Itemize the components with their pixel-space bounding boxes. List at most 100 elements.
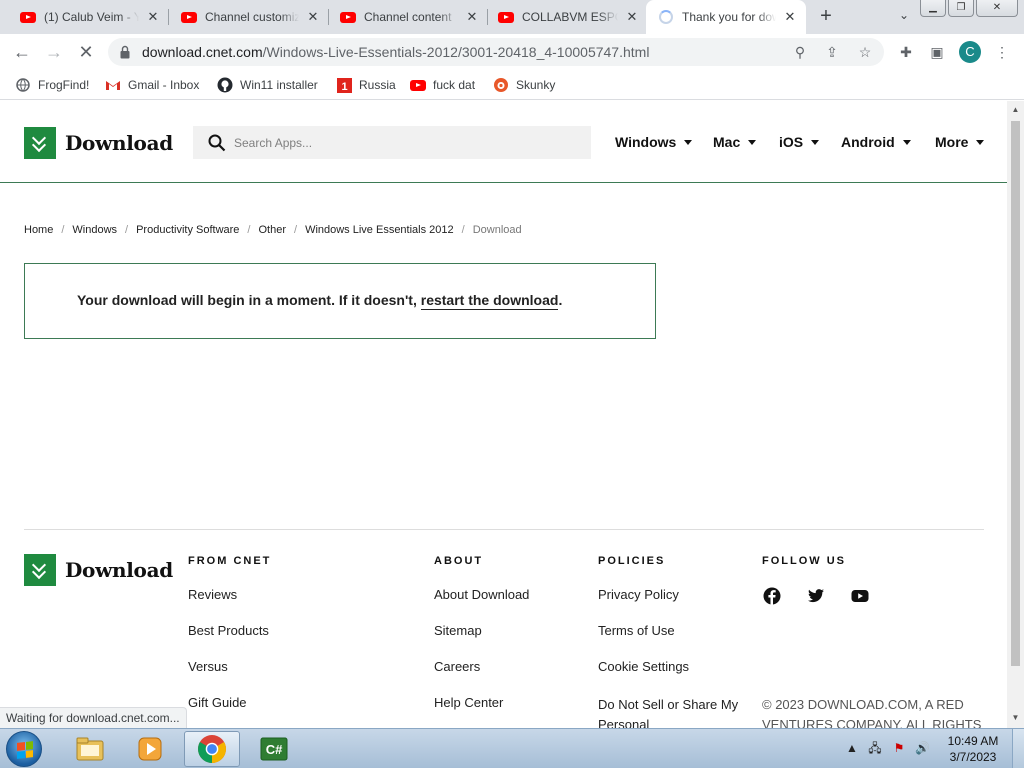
taskbar-explorer[interactable]	[62, 731, 118, 767]
back-button[interactable]: ←	[10, 40, 34, 64]
tab-1[interactable]: (1) Calub Veim - YouTube ✕	[0, 0, 169, 34]
close-window-button[interactable]: ✕	[976, 0, 1018, 17]
footer-col-policies: POLICIES	[598, 555, 665, 567]
taskbar: C# ▲ 🖧 ⚑ 🔊 10:49 AM 3/7/2023	[0, 728, 1024, 768]
download-logo[interactable]: Download	[24, 127, 173, 159]
restore-button[interactable]: ❐	[948, 0, 974, 17]
volume-icon[interactable]: 🔊	[915, 741, 930, 755]
footer-logo[interactable]: Download	[24, 554, 173, 586]
show-desktop-button[interactable]	[1012, 729, 1024, 768]
taskbar-csharp-app[interactable]: C#	[246, 731, 302, 767]
footer-link-do-not-sell[interactable]: Do Not Sell or Share My Personal	[598, 695, 748, 728]
tab-title: COLLABVM ESPORTS	[522, 10, 618, 24]
restart-download-link[interactable]: restart the download	[420, 292, 559, 310]
breadcrumb: Home / Windows / Productivity Software / Ot…	[24, 224, 522, 236]
system-clock[interactable]: 10:49 AM 3/7/2023	[944, 733, 1002, 765]
profile-avatar[interactable]: C	[959, 41, 981, 63]
svg-text:C#: C#	[266, 742, 283, 757]
footer-link-careers[interactable]: Careers	[434, 659, 480, 674]
lock-icon[interactable]	[120, 45, 130, 59]
footer-link-terms-of-use[interactable]: Terms of Use	[598, 623, 675, 638]
extensions-puzzle-icon[interactable]: ✚	[897, 43, 915, 61]
footer-link-cookie-settings[interactable]: Cookie Settings	[598, 659, 689, 674]
tab-5-active[interactable]: Thank you for downloading ✕	[646, 0, 806, 34]
search-input[interactable]	[234, 132, 574, 153]
footer-col-follow-us: FOLLOW US	[762, 555, 846, 567]
bookmark-label: Gmail - Inbox	[128, 78, 200, 92]
stop-loading-button[interactable]: ✕	[74, 40, 98, 64]
browser-toolbar: ← → ✕ download.cnet.com/Windows-Live-Ess…	[0, 34, 1024, 70]
youtube-icon	[410, 77, 426, 93]
nav-android[interactable]: Android	[841, 134, 911, 150]
youtube-icon	[498, 9, 514, 25]
footer-link-sitemap[interactable]: Sitemap	[434, 623, 482, 638]
network-icon[interactable]: 🖧	[868, 741, 882, 755]
bookmark-label: Win11 installer	[240, 78, 318, 92]
footer-link-gift-guide[interactable]: Gift Guide	[188, 695, 247, 710]
russia-site-icon: 1	[336, 77, 352, 93]
footer-link-help-center[interactable]: Help Center	[434, 695, 503, 710]
search-icon[interactable]	[208, 134, 226, 152]
share-icon[interactable]: ⇪	[824, 44, 840, 60]
start-button[interactable]	[6, 731, 42, 767]
close-tab-icon[interactable]: ✕	[624, 9, 640, 25]
caret-down-icon	[902, 139, 911, 145]
taskbar-media-player[interactable]	[122, 731, 178, 767]
facebook-icon[interactable]	[763, 587, 781, 605]
show-hidden-icons-chevron[interactable]: ▲	[845, 741, 859, 755]
url-text[interactable]: download.cnet.com/Windows-Live-Essential…	[142, 44, 649, 60]
scrollbar-thumb[interactable]	[1011, 121, 1020, 666]
tab-2[interactable]: Channel customization ✕	[161, 0, 329, 34]
caret-down-icon	[684, 139, 693, 145]
tab-3[interactable]: Channel content ✕	[320, 0, 488, 34]
footer-link-reviews[interactable]: Reviews	[188, 587, 237, 602]
nav-ios[interactable]: iOS	[779, 134, 820, 150]
scroll-up-arrow-icon[interactable]: ▲	[1011, 105, 1020, 114]
footer-link-best-products[interactable]: Best Products	[188, 623, 269, 638]
breadcrumb-other[interactable]: Other	[258, 224, 286, 236]
action-center-flag-icon[interactable]: ⚑	[892, 741, 906, 755]
tab-search-chevron-icon[interactable]: ⌄	[894, 8, 914, 26]
csharp-app-icon: C#	[260, 737, 288, 761]
address-bar[interactable]: download.cnet.com/Windows-Live-Essential…	[108, 38, 884, 66]
bookmark-russia[interactable]: 1 Russia	[336, 76, 396, 94]
nav-more[interactable]: More	[935, 134, 985, 150]
zoom-search-icon[interactable]: ⚲	[792, 44, 808, 60]
nav-mac[interactable]: Mac	[713, 134, 757, 150]
taskbar-chrome[interactable]	[184, 731, 240, 767]
footer-link-privacy-policy[interactable]: Privacy Policy	[598, 587, 679, 602]
bookmark-skunky[interactable]: Skunky	[493, 76, 555, 94]
breadcrumb-productivity-software[interactable]: Productivity Software	[136, 224, 239, 236]
forward-button[interactable]: →	[42, 40, 66, 64]
bookmark-win11-installer[interactable]: Win11 installer	[217, 76, 318, 94]
tab-strip: (1) Calub Veim - YouTube ✕ Channel custo…	[0, 0, 1024, 34]
caret-down-icon	[748, 139, 757, 145]
close-tab-icon[interactable]: ✕	[305, 9, 321, 25]
side-panel-icon[interactable]: ▣	[928, 43, 946, 61]
new-tab-button[interactable]: +	[814, 5, 838, 29]
youtube-icon[interactable]	[851, 587, 869, 605]
breadcrumb-home[interactable]: Home	[24, 224, 53, 236]
tab-4[interactable]: COLLABVM ESPORTS ✕	[478, 0, 648, 34]
scroll-down-arrow-icon[interactable]: ▼	[1011, 713, 1020, 722]
page-scrollbar[interactable]: ▲ ▼	[1007, 101, 1024, 728]
breadcrumb-windows-live-essentials[interactable]: Windows Live Essentials 2012	[305, 224, 454, 236]
bookmark-fuck-dat[interactable]: fuck dat	[410, 76, 475, 94]
screen: (1) Calub Veim - YouTube ✕ Channel custo…	[0, 0, 1024, 768]
site-search[interactable]	[193, 126, 591, 159]
minimize-button[interactable]: ▁	[920, 0, 946, 17]
twitter-icon[interactable]	[807, 587, 825, 605]
message-period: .	[558, 292, 563, 308]
bookmark-frogfind[interactable]: FrogFind!	[15, 76, 89, 94]
nav-windows[interactable]: Windows	[615, 134, 693, 150]
footer-link-about-download[interactable]: About Download	[434, 587, 529, 602]
footer-link-versus[interactable]: Versus	[188, 659, 228, 674]
close-tab-icon[interactable]: ✕	[145, 9, 161, 25]
bookmark-gmail[interactable]: Gmail - Inbox	[105, 76, 199, 94]
breadcrumb-windows[interactable]: Windows	[72, 224, 117, 236]
menu-kebab-icon[interactable]: ⋮	[993, 43, 1011, 61]
close-tab-icon[interactable]: ✕	[782, 9, 798, 25]
clock-date: 3/7/2023	[949, 750, 997, 764]
bookmark-star-icon[interactable]: ☆	[857, 44, 873, 60]
media-player-icon	[138, 737, 162, 761]
